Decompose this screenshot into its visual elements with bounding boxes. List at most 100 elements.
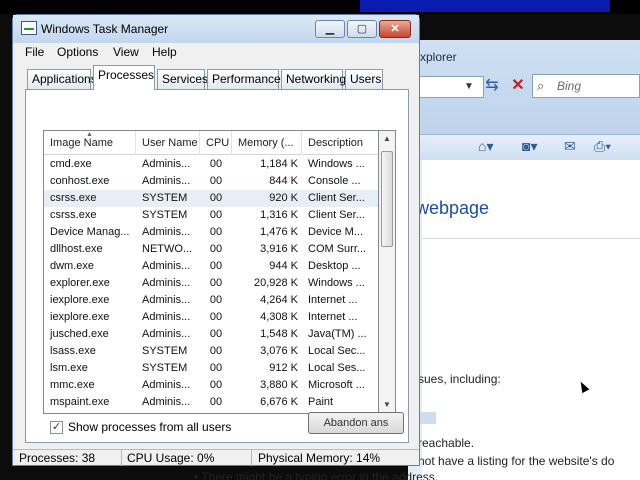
cell-description: Internet ... <box>308 294 358 306</box>
cell-user-name: Adminis... <box>142 311 191 323</box>
cell-cpu: 00 <box>209 158 223 170</box>
status-divider <box>121 450 122 466</box>
cell-description: Windows ... <box>308 277 365 289</box>
status-processes: Processes: 38 <box>19 451 96 465</box>
minimize-button[interactable]: ▁ <box>315 20 345 38</box>
column-memory[interactable]: Memory (... <box>232 131 302 155</box>
status-divider <box>251 450 252 466</box>
feeds-icon[interactable]: ◙▾ <box>522 138 537 155</box>
mail-icon[interactable]: ✉ <box>564 138 576 155</box>
tab-users[interactable]: Users <box>345 69 383 89</box>
process-row[interactable]: conhost.exe Adminis... 00 844 K Console ... <box>44 173 378 190</box>
cell-memory: 3,916 K <box>260 243 298 255</box>
command-bar: ⌂▾ ◙▾ ✉ ⎙▾ <box>408 134 640 160</box>
cell-image-name: lsm.exe <box>50 362 88 374</box>
process-list[interactable]: ▲ Image Name User Name CPU Memory (... D… <box>43 130 379 414</box>
cell-memory: 944 K <box>269 260 298 272</box>
process-row[interactable]: dwm.exe Adminis... 00 944 K Desktop ... <box>44 258 378 275</box>
column-image-name[interactable]: Image Name <box>44 131 136 155</box>
desktop-top-strip <box>0 0 640 14</box>
column-cpu[interactable]: CPU <box>200 131 232 155</box>
process-row[interactable]: explorer.exe Adminis... 00 20,928 K Windows … <box>44 275 378 292</box>
process-row[interactable]: csrss.exe SYSTEM 00 1,316 K Client Ser... <box>44 207 378 224</box>
cell-memory: 3,880 K <box>260 379 298 391</box>
maximize-button[interactable]: ▢ <box>347 20 377 38</box>
process-row[interactable]: mspaint.exe Adminis... 00 6,676 K Paint <box>44 394 378 411</box>
process-row[interactable]: iexplore.exe Adminis... 00 4,308 K Internet … <box>44 309 378 326</box>
internet-explorer-window: xplorer ▼ ⇆ ✕ ⌕ Bing ⌂▾ ◙▾ ✉ ⎙▾ webpage … <box>194 40 640 480</box>
column-description[interactable]: Description <box>302 131 378 155</box>
cell-user-name: NETWO... <box>142 243 193 255</box>
cell-memory: 3,076 K <box>260 345 298 357</box>
cell-user-name: SYSTEM <box>142 362 188 374</box>
cell-image-name: lsass.exe <box>50 345 96 357</box>
stop-icon[interactable]: ✕ <box>506 74 530 98</box>
cell-memory: 1,184 K <box>260 158 298 170</box>
menu-view[interactable]: View <box>113 45 139 59</box>
process-row[interactable]: Device Manag... Adminis... 00 1,476 K Device… <box>44 224 378 241</box>
status-cpu-usage: CPU Usage: 0% <box>127 451 215 465</box>
divider <box>422 238 640 239</box>
process-row[interactable]: csrss.exe SYSTEM 00 920 K Client Ser... <box>44 190 378 207</box>
menu-help[interactable]: Help <box>152 45 177 59</box>
cell-cpu: 00 <box>209 345 223 357</box>
process-row[interactable]: jusched.exe Adminis... 00 1,548 K Java(TM) .… <box>44 326 378 343</box>
page-text-line: reachable. <box>418 436 475 450</box>
tab-services[interactable]: Services <box>157 69 208 89</box>
process-row[interactable]: dllhost.exe NETWO... 00 3,916 K COM Surr... <box>44 241 378 258</box>
scroll-up-icon[interactable]: ▲ <box>379 131 395 147</box>
column-user-name[interactable]: User Name <box>136 131 200 155</box>
menu-bar: File Options View Help <box>13 43 419 63</box>
scroll-down-icon[interactable]: ▼ <box>379 397 395 413</box>
print-icon[interactable]: ⎙▾ <box>594 138 611 155</box>
cell-memory: 20,928 K <box>253 277 298 289</box>
cell-cpu: 00 <box>209 294 223 306</box>
process-row[interactable]: lsm.exe SYSTEM 00 912 K Local Ses... <box>44 360 378 377</box>
address-dropdown-icon[interactable]: ▼ <box>464 81 474 92</box>
end-process-button[interactable]: Abandon ans <box>308 412 404 434</box>
cell-description: Client Ser... <box>308 209 365 221</box>
cell-image-name: explorer.exe <box>50 277 110 289</box>
tab-processes[interactable]: Processes <box>93 65 155 90</box>
cell-image-name: dwm.exe <box>50 260 95 272</box>
tab-applications[interactable]: Applications <box>27 69 97 89</box>
checkmark-icon[interactable]: ✓ <box>50 421 63 434</box>
tab-networking[interactable]: Networking <box>281 69 346 89</box>
process-row[interactable]: cmd.exe Adminis... 00 1,184 K Windows ... <box>44 156 378 173</box>
cell-description: Internet ... <box>308 311 358 323</box>
cell-image-name: mmc.exe <box>50 379 95 391</box>
cell-user-name: Adminis... <box>142 260 191 272</box>
cell-cpu: 00 <box>209 379 223 391</box>
page-text-line: not have a listing for the website's do <box>418 454 615 468</box>
cell-user-name: Adminis... <box>142 226 191 238</box>
process-row[interactable]: iexplore.exe Adminis... 00 4,264 K Internet … <box>44 292 378 309</box>
process-row[interactable]: mmc.exe Adminis... 00 3,880 K Microsoft ... <box>44 377 378 394</box>
home-icon[interactable]: ⌂▾ <box>478 138 493 155</box>
cell-memory: 6,676 K <box>260 396 298 408</box>
cell-user-name: Adminis... <box>142 396 191 408</box>
refresh-icon[interactable]: ⇆ <box>480 74 504 98</box>
process-row[interactable]: lsass.exe SYSTEM 00 3,076 K Local Sec... <box>44 343 378 360</box>
page-text-line: sues, including: <box>418 372 501 386</box>
cell-description: Desktop ... <box>308 260 361 272</box>
vertical-scrollbar[interactable]: ▲ ▼ <box>379 130 396 414</box>
status-bar: Processes: 38 CPU Usage: 0% Physical Mem… <box>13 449 419 466</box>
cell-memory: 1,548 K <box>260 328 298 340</box>
close-button[interactable]: ✕ <box>379 20 411 38</box>
title-bar[interactable]: Windows Task Manager ▁ ▢ ✕ <box>13 15 419 43</box>
search-box[interactable]: ⌕ Bing <box>532 74 640 98</box>
processes-panel: ▲ Image Name User Name CPU Memory (... D… <box>25 89 409 443</box>
cell-cpu: 00 <box>209 311 223 323</box>
cell-description: Local Sec... <box>308 345 366 357</box>
cell-description: Windows ... <box>308 158 365 170</box>
tab-performance[interactable]: Performance <box>207 69 281 89</box>
cell-description: Microsoft ... <box>308 379 365 391</box>
cell-image-name: cmd.exe <box>50 158 92 170</box>
menu-file[interactable]: File <box>25 45 44 59</box>
page-text-line: • There might be a typing error in the a… <box>194 470 439 480</box>
menu-options[interactable]: Options <box>57 45 98 59</box>
cell-memory: 844 K <box>269 175 298 187</box>
address-bar[interactable] <box>418 76 484 98</box>
scroll-thumb[interactable] <box>381 151 393 247</box>
cell-cpu: 00 <box>209 209 223 221</box>
